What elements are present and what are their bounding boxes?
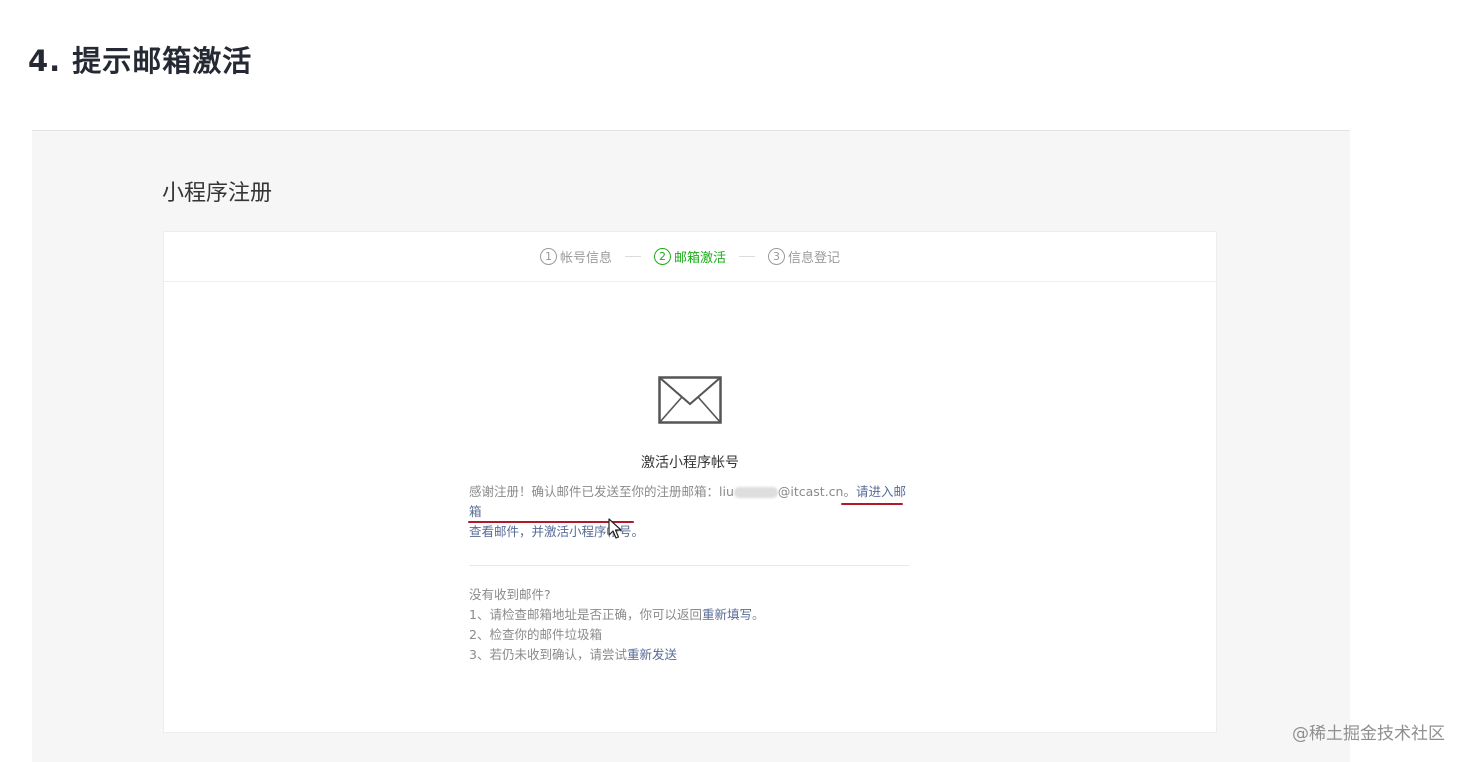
- activation-message: 感谢注册！确认邮件已发送至你的注册邮箱：liu @itcast.cn。请进入邮箱 …: [469, 482, 909, 542]
- redacted-email-part: [733, 487, 778, 498]
- article-heading: 4. 提示邮箱激活: [28, 44, 253, 78]
- step-label: 邮箱激活: [673, 251, 726, 266]
- help-item-1: 1、请检查邮箱地址是否正确，你可以返回重新填写。: [469, 605, 909, 625]
- resend-link[interactable]: 重新发送: [627, 647, 677, 662]
- step-separator: [739, 256, 755, 257]
- annotation-underline: [841, 503, 903, 505]
- stepper: 1 帐号信息 2 邮箱激活 3 信息登记: [164, 232, 1216, 282]
- step-number: 1: [539, 248, 557, 265]
- mail-envelope-icon: [658, 376, 722, 424]
- screenshot-frame: 小程序注册 1 帐号信息 2 邮箱激活 3 信息登记 激活小程序帐号 感谢注册！…: [32, 130, 1350, 762]
- help-item-text: 1、请检查邮箱地址是否正确，你可以返回: [469, 607, 702, 622]
- watermark: @稀土掘金技术社区: [1292, 724, 1445, 744]
- step-number: 2: [653, 248, 671, 265]
- step-email-activation: 2 邮箱激活: [653, 247, 726, 266]
- refill-link[interactable]: 重新填写: [702, 607, 752, 622]
- step-label: 信息登记: [788, 251, 841, 266]
- step-label: 帐号信息: [559, 251, 612, 266]
- step-info-registration: 3 信息登记: [768, 247, 840, 266]
- message-text: 感谢注册！确认邮件已发送至你的注册邮箱：liu: [469, 484, 734, 499]
- mouse-cursor-icon: [608, 518, 622, 539]
- step-separator: [624, 256, 641, 257]
- step-number: 3: [768, 248, 785, 265]
- step-account-info: 1 帐号信息: [539, 247, 612, 266]
- registration-card: 1 帐号信息 2 邮箱激活 3 信息登记 激活小程序帐号 感谢注册！确认邮件已发…: [163, 231, 1217, 733]
- help-item-text: 3、若仍未收到确认，请尝试: [469, 647, 627, 662]
- help-heading: 没有收到邮件?: [469, 587, 551, 602]
- help-item-3: 3、若仍未收到确认，请尝试重新发送: [469, 645, 909, 665]
- help-section: 没有收到邮件? 1、请检查邮箱地址是否正确，你可以返回重新填写。 2、检查你的邮…: [469, 585, 909, 665]
- activation-title: 激活小程序帐号: [641, 455, 739, 471]
- help-item-2: 2、检查你的邮件垃圾箱: [469, 627, 602, 642]
- page-title: 小程序注册: [162, 181, 273, 206]
- help-item-end: 。: [751, 607, 765, 622]
- divider: [469, 565, 909, 566]
- message-email-domain: @itcast.cn。: [777, 484, 856, 499]
